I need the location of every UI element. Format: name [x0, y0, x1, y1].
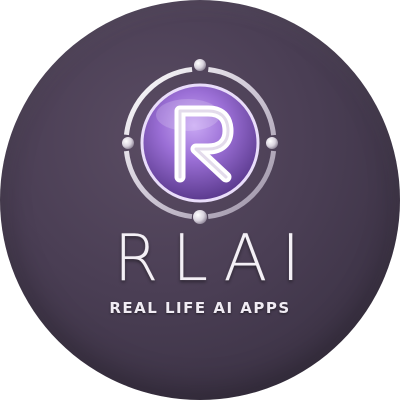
logo-page: RLAI REAL LIFE AI APPS: [0, 0, 400, 400]
logo-badge: RLAI REAL LIFE AI APPS: [0, 0, 400, 400]
knob-left: [122, 137, 134, 149]
knob-right: [266, 137, 278, 149]
wordmark: RLAI: [113, 222, 315, 296]
knob-top: [194, 59, 206, 71]
tagline: REAL LIFE AI APPS: [109, 299, 291, 317]
crosshair-target-icon: [122, 59, 278, 224]
